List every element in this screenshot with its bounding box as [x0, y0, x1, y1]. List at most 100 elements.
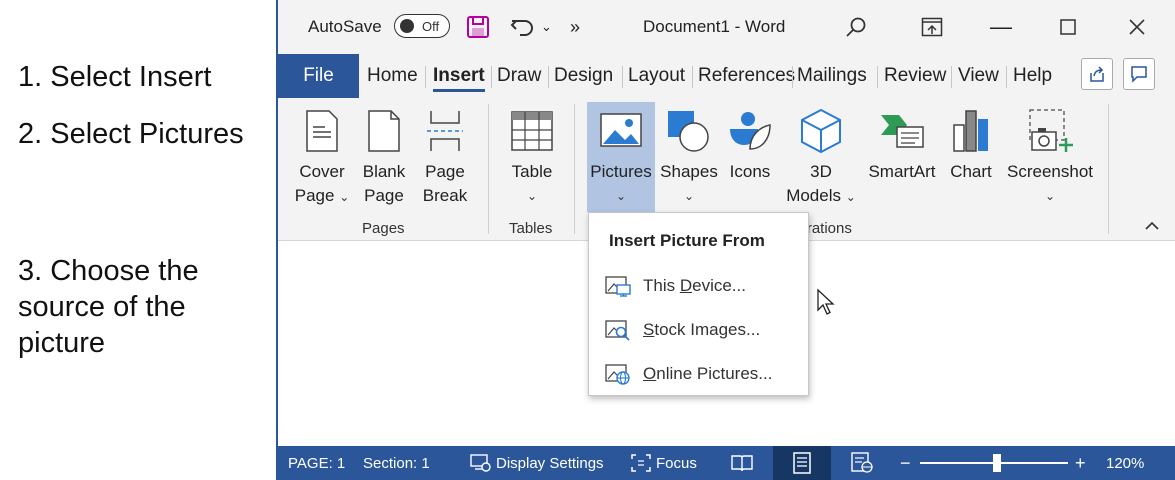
display-settings-button[interactable]: Display Settings — [470, 446, 604, 480]
tab-review[interactable]: Review — [884, 54, 946, 98]
page-break-label-line1: Page — [425, 162, 465, 181]
autosave-label: AutoSave — [308, 17, 382, 36]
tab-home[interactable]: Home — [367, 54, 418, 98]
tab-insert[interactable]: Insert — [433, 54, 485, 98]
tab-file[interactable]: File — [278, 54, 359, 98]
tab-layout[interactable]: Layout — [628, 54, 685, 98]
word-window: AutoSave Off ⌄ » Document1 - Word — File… — [276, 0, 1175, 480]
smartart-label: SmartArt — [868, 162, 936, 181]
screenshot-button[interactable]: Screenshot ⌄ — [1003, 102, 1097, 212]
document-title: Document1 - Word — [643, 17, 786, 36]
page-break-icon — [425, 102, 465, 160]
online-pictures-icon — [605, 363, 631, 385]
section-indicator[interactable]: Section: 1 — [363, 446, 430, 480]
tab-draw[interactable]: Draw — [497, 54, 541, 98]
focus-button[interactable]: Focus — [630, 446, 697, 480]
table-button[interactable]: Table ⌄ — [504, 102, 560, 212]
online-pictures-accesskey: O — [643, 364, 657, 383]
ribbon-display-options-icon[interactable] — [921, 0, 943, 54]
chart-label: Chart — [950, 162, 992, 181]
blank-page-label-line1: Blank — [362, 162, 406, 181]
search-icon[interactable] — [845, 0, 867, 54]
share-button[interactable] — [1081, 58, 1113, 90]
instruction-step-2: 2. Select Pictures — [18, 118, 244, 150]
page-count[interactable]: PAGE: 1 — [288, 446, 345, 480]
tab-view[interactable]: View — [958, 54, 999, 98]
shapes-label: Shapes — [660, 162, 718, 181]
undo-dropdown-chevron-icon[interactable]: ⌄ — [541, 0, 552, 54]
comments-button[interactable] — [1123, 58, 1155, 90]
menu-item-this-device[interactable]: This Device... — [605, 271, 746, 301]
chart-button[interactable]: Chart — [946, 102, 996, 212]
3d-models-chevron-icon: ⌄ — [845, 190, 856, 204]
tab-design[interactable]: Design — [554, 54, 613, 98]
share-icon — [1090, 66, 1104, 82]
shapes-button[interactable]: Shapes ⌄ — [658, 102, 720, 212]
cover-page-button[interactable]: Cover Page ⌄ — [292, 102, 352, 212]
menu-item-online-pictures[interactable]: Online Pictures... — [605, 359, 772, 389]
display-settings-label: Display Settings — [496, 454, 604, 472]
menu-item-stock-images[interactable]: Stock Images... — [605, 315, 760, 345]
tab-references[interactable]: References — [698, 54, 795, 98]
group-separator — [1108, 104, 1109, 234]
stock-images-text-post: tock Images... — [654, 320, 761, 339]
3d-models-button[interactable]: 3D Models ⌄ — [782, 102, 860, 212]
zoom-out-button[interactable]: − — [900, 446, 911, 480]
instruction-step-3: 3. Choose the source of the picture — [18, 255, 199, 359]
web-layout-icon[interactable] — [850, 446, 874, 480]
cube-icon — [800, 102, 842, 160]
tab-mailings[interactable]: Mailings — [797, 54, 867, 98]
focus-label: Focus — [656, 454, 697, 472]
shapes-chevron-icon: ⌄ — [683, 189, 695, 203]
icons-label: Icons — [729, 162, 771, 181]
pictures-label: Pictures — [590, 162, 652, 181]
more-commands-icon[interactable]: » — [570, 0, 580, 54]
save-icon[interactable] — [466, 0, 490, 54]
status-bar: PAGE: 1 Section: 1 Display Settings Focu… — [278, 446, 1175, 480]
dropdown-title: Insert Picture From — [609, 231, 765, 250]
read-mode-icon[interactable] — [730, 446, 754, 480]
tab-separator — [425, 66, 426, 88]
3d-models-label-line2: Models — [786, 186, 841, 205]
blank-page-label-line2: Page — [364, 186, 404, 205]
icons-button[interactable]: Icons — [725, 102, 775, 212]
collapse-ribbon-icon[interactable] — [1144, 218, 1160, 236]
tab-help[interactable]: Help — [1013, 54, 1052, 98]
tab-separator — [877, 66, 878, 88]
this-device-text-post: evice... — [692, 276, 746, 295]
table-label: Table — [511, 162, 553, 181]
page-break-button[interactable]: Page Break — [420, 102, 470, 212]
pictures-button[interactable]: Pictures ⌄ — [587, 102, 655, 212]
screenshot-chevron-icon: ⌄ — [1044, 189, 1056, 203]
minimize-icon[interactable]: — — [990, 0, 1012, 54]
tab-separator — [548, 66, 549, 88]
table-icon — [510, 102, 554, 160]
screenshot-label: Screenshot — [1007, 162, 1093, 181]
smartart-icon — [879, 102, 925, 160]
stock-images-accesskey: S — [643, 320, 655, 339]
undo-icon[interactable] — [510, 0, 536, 54]
maximize-icon[interactable] — [1060, 0, 1076, 54]
print-layout-icon[interactable] — [773, 446, 831, 480]
close-icon[interactable] — [1128, 0, 1146, 54]
zoom-level[interactable]: 120% — [1106, 446, 1144, 480]
cover-page-icon — [305, 102, 339, 160]
mouse-cursor-icon — [816, 288, 836, 321]
smartart-button[interactable]: SmartArt — [864, 102, 940, 212]
pages-group-label: Pages — [362, 220, 405, 237]
group-separator — [574, 104, 575, 234]
table-chevron-icon: ⌄ — [526, 189, 538, 203]
autosave-toggle[interactable]: Off — [394, 14, 450, 38]
title-bar: AutoSave Off ⌄ » Document1 - Word — — [278, 0, 1175, 54]
blank-page-button[interactable]: Blank Page — [360, 102, 408, 212]
tables-group-label: Tables — [509, 220, 553, 237]
icons-icon — [728, 102, 772, 160]
focus-icon — [631, 454, 651, 472]
zoom-slider-thumb[interactable] — [992, 454, 1001, 472]
cover-page-chevron-icon: ⌄ — [339, 190, 350, 204]
zoom-in-button[interactable]: + — [1075, 446, 1086, 480]
stock-images-icon — [605, 319, 631, 341]
autosave-state: Off — [422, 18, 440, 34]
this-device-text-pre: This — [643, 276, 680, 295]
chart-icon — [951, 102, 991, 160]
